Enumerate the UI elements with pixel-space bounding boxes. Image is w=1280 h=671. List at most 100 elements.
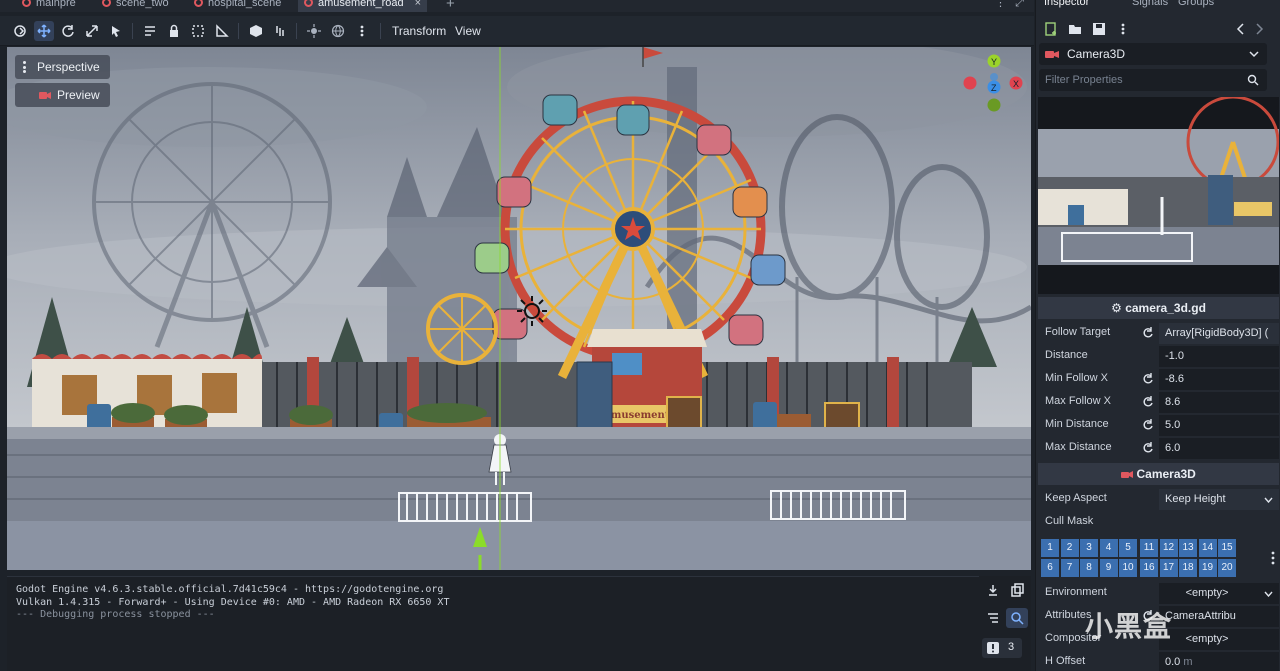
snap-cube-icon[interactable] xyxy=(246,21,266,41)
viewport-3d[interactable]: Amusement Park Y X Z Perspective Preview xyxy=(7,47,1031,570)
snap-hand-icon[interactable] xyxy=(270,21,290,41)
tab-mainpre[interactable]: mainpre xyxy=(16,0,82,12)
environment-toggle-icon[interactable] xyxy=(328,21,348,41)
prop-h-offset[interactable]: H Offset 0.0 m xyxy=(1038,651,1279,671)
scroll-lock-icon[interactable] xyxy=(982,580,1004,600)
new-resource-icon[interactable] xyxy=(1044,22,1060,38)
cull-layer-toggle[interactable]: 19 xyxy=(1198,559,1217,577)
preview-toggle[interactable]: Preview xyxy=(15,83,110,107)
tab-groups[interactable]: Groups xyxy=(1178,0,1214,8)
prop-distance[interactable]: Distance -1.0 xyxy=(1038,345,1279,368)
group-icon[interactable] xyxy=(188,21,208,41)
tab-menu-icons[interactable]: ⋮ ⤢ xyxy=(995,0,1024,10)
cull-layer-toggle[interactable]: 2 xyxy=(1060,539,1079,557)
more-options-icon[interactable] xyxy=(352,21,372,41)
prop-max-distance[interactable]: Max Distance 6.0 xyxy=(1038,437,1279,460)
cull-layer-toggle[interactable]: 13 xyxy=(1179,539,1197,557)
script-name: camera_3d.gd xyxy=(1125,301,1206,315)
lock-icon[interactable] xyxy=(164,21,184,41)
revert-icon[interactable] xyxy=(1142,373,1154,385)
prop-name: H Offset xyxy=(1045,655,1086,667)
prop-min-distance[interactable]: Min Distance 5.0 xyxy=(1038,414,1279,437)
copy-icon[interactable] xyxy=(1006,580,1028,600)
revert-icon[interactable] xyxy=(1142,396,1154,408)
pointer-icon[interactable] xyxy=(106,21,126,41)
prop-value[interactable]: 6.0 xyxy=(1159,438,1279,459)
tab-amusement-road[interactable]: amusement_road × xyxy=(298,0,428,12)
keep-aspect-dropdown[interactable]: Keep Height xyxy=(1159,489,1279,510)
cull-layer-toggle[interactable]: 18 xyxy=(1179,559,1197,577)
revert-icon[interactable] xyxy=(1142,442,1154,454)
cull-layer-toggle[interactable]: 12 xyxy=(1159,539,1178,557)
prop-keep-aspect[interactable]: Keep Aspect Keep Height xyxy=(1038,488,1279,511)
search-icon[interactable] xyxy=(1006,608,1028,628)
prop-value[interactable]: 5.0 xyxy=(1159,415,1279,436)
view-menu[interactable]: View xyxy=(455,24,481,38)
close-icon[interactable]: × xyxy=(415,0,421,9)
cull-layer-toggle[interactable]: 14 xyxy=(1198,539,1217,557)
cull-layer-toggle[interactable]: 17 xyxy=(1159,559,1178,577)
prop-follow-target[interactable]: Follow Target Array[RigidBody3D] ( xyxy=(1038,322,1279,345)
scene-dot-icon xyxy=(102,0,111,7)
cull-layer-toggle[interactable]: 15 xyxy=(1218,539,1236,557)
cull-layer-toggle[interactable]: 1 xyxy=(1041,539,1059,557)
sun-toggle-icon[interactable] xyxy=(304,21,324,41)
prop-value[interactable]: -1.0 xyxy=(1159,346,1279,367)
script-section-header[interactable]: ⚙ camera_3d.gd xyxy=(1038,297,1279,319)
add-tab-icon[interactable]: + xyxy=(446,0,455,12)
inspector-panel: Inspector Signals Groups Camera3D Filter… xyxy=(1035,0,1280,671)
node-selector[interactable]: Camera3D xyxy=(1039,43,1267,65)
prop-max-follow-x[interactable]: Max Follow X 8.6 xyxy=(1038,391,1279,414)
more-options-icon[interactable] xyxy=(1270,551,1276,565)
more-options-icon[interactable] xyxy=(1116,22,1132,38)
prop-environment[interactable]: Environment <empty> xyxy=(1038,582,1279,605)
rotate-mode-icon[interactable] xyxy=(58,21,78,41)
cull-layer-toggle[interactable]: 5 xyxy=(1119,539,1137,557)
tab-scene-two[interactable]: scene_two xyxy=(96,0,175,12)
error-filter-button[interactable]: 3 xyxy=(982,638,1022,658)
cull-layer-toggle[interactable]: 7 xyxy=(1060,559,1079,577)
ruler-icon[interactable] xyxy=(212,21,232,41)
prop-value[interactable]: <empty> xyxy=(1159,583,1279,604)
prop-min-follow-x[interactable]: Min Follow X -8.6 xyxy=(1038,368,1279,391)
cull-layer-toggle[interactable]: 20 xyxy=(1218,559,1236,577)
save-icon[interactable] xyxy=(1092,22,1108,38)
tab-signals[interactable]: Signals xyxy=(1132,0,1168,8)
output-log[interactable]: Godot Engine v4.6.3.stable.official.7d41… xyxy=(7,576,979,671)
tab-hospital-scene[interactable]: hospital_scene xyxy=(188,0,287,12)
history-forward-icon[interactable] xyxy=(1252,22,1268,38)
cull-layer-toggle[interactable]: 4 xyxy=(1099,539,1118,557)
move-mode-icon[interactable] xyxy=(34,21,54,41)
tab-inspector[interactable]: Inspector xyxy=(1044,0,1089,8)
prop-value[interactable]: 0.0 m xyxy=(1159,652,1279,671)
prop-value[interactable]: 8.6 xyxy=(1159,392,1279,413)
select-mode-icon[interactable] xyxy=(10,21,30,41)
list-select-icon[interactable] xyxy=(140,21,160,41)
scale-mode-icon[interactable] xyxy=(82,21,102,41)
prop-value[interactable]: Array[RigidBody3D] ( xyxy=(1159,323,1279,344)
cull-layer-toggle[interactable]: 11 xyxy=(1140,539,1158,557)
cull-layer-toggle[interactable]: 8 xyxy=(1080,559,1098,577)
camera-section-header[interactable]: Camera3D xyxy=(1038,463,1279,485)
perspective-menu[interactable]: Perspective xyxy=(15,55,110,79)
prop-name: Min Follow X xyxy=(1045,372,1108,384)
h-offset-value: 0.0 xyxy=(1165,656,1181,668)
filter-lines-icon[interactable] xyxy=(982,608,1004,628)
gizmo-x-label: X xyxy=(1013,79,1019,89)
cull-layer-toggle[interactable]: 9 xyxy=(1099,559,1118,577)
prop-value[interactable]: <empty> xyxy=(1159,629,1279,650)
prop-value[interactable]: -8.6 xyxy=(1159,369,1279,390)
prop-value[interactable]: CameraAttribu xyxy=(1159,606,1279,627)
revert-icon[interactable] xyxy=(1142,327,1154,339)
cull-layer-toggle[interactable]: 6 xyxy=(1041,559,1059,577)
cull-layer-toggle[interactable]: 3 xyxy=(1080,539,1098,557)
transform-menu[interactable]: Transform xyxy=(392,24,446,38)
revert-icon[interactable] xyxy=(1142,419,1154,431)
history-back-icon[interactable] xyxy=(1234,22,1250,38)
cull-layer-toggle[interactable]: 10 xyxy=(1119,559,1137,577)
open-folder-icon[interactable] xyxy=(1068,22,1084,38)
prop-name: Min Distance xyxy=(1045,418,1109,430)
cull-layer-toggle[interactable]: 16 xyxy=(1140,559,1158,577)
gizmo-y-label: Y xyxy=(991,57,997,67)
filter-properties-input[interactable]: Filter Properties xyxy=(1039,69,1267,91)
